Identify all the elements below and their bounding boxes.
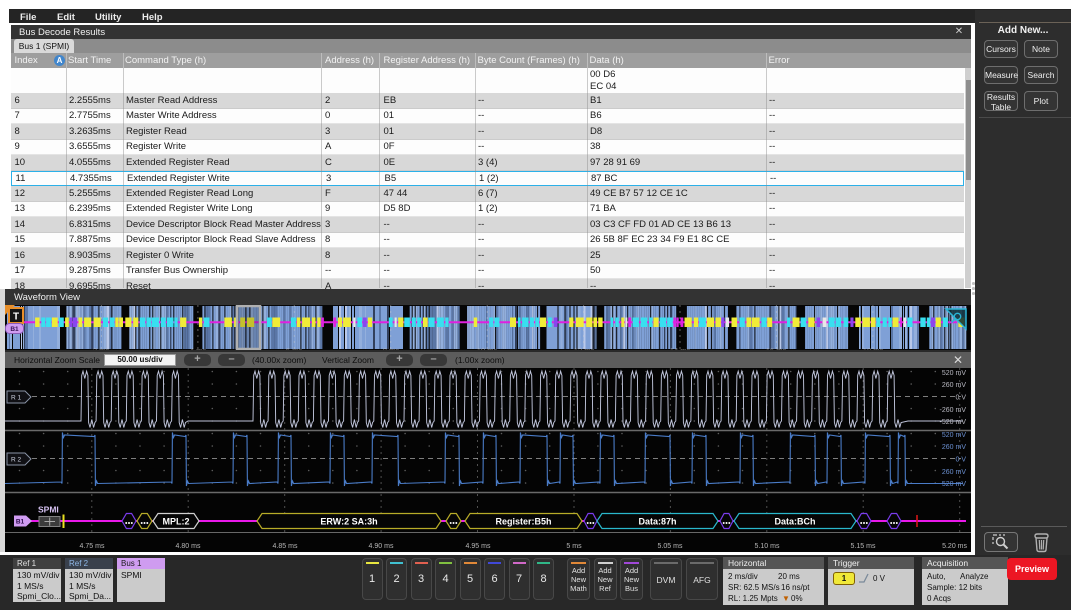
svg-text:5.10 ms: 5.10 ms bbox=[755, 543, 780, 550]
svg-text:Data:87h: Data:87h bbox=[638, 517, 676, 527]
svg-text:0 V: 0 V bbox=[955, 395, 966, 402]
svg-text:520 mV: 520 mV bbox=[942, 481, 966, 488]
svg-text:5.15 ms: 5.15 ms bbox=[851, 543, 876, 550]
svg-text:5.05 ms: 5.05 ms bbox=[658, 543, 683, 550]
svg-text:ERW:2 SA:3h: ERW:2 SA:3h bbox=[320, 517, 377, 527]
svg-text:T: T bbox=[13, 312, 19, 323]
svg-text:5 ms: 5 ms bbox=[566, 543, 582, 550]
svg-text:520 mV: 520 mV bbox=[942, 370, 966, 377]
svg-text:4.95 ms: 4.95 ms bbox=[466, 543, 491, 550]
svg-text:520 mV: 520 mV bbox=[942, 432, 966, 439]
svg-text:4.85 ms: 4.85 ms bbox=[273, 543, 298, 550]
svg-text:-260 mV: -260 mV bbox=[940, 407, 967, 414]
svg-text:4.75 ms: 4.75 ms bbox=[80, 543, 105, 550]
svg-text:SPMI: SPMI bbox=[38, 505, 59, 515]
svg-text:B1: B1 bbox=[10, 326, 19, 333]
svg-text:260 mV: 260 mV bbox=[942, 469, 966, 476]
svg-text:4.90 ms: 4.90 ms bbox=[369, 543, 394, 550]
svg-text:Data:BCh: Data:BCh bbox=[774, 517, 815, 527]
svg-text:260 mV: 260 mV bbox=[942, 444, 966, 451]
svg-text:5.20 ms: 5.20 ms bbox=[942, 543, 967, 550]
svg-text:4.80 ms: 4.80 ms bbox=[176, 543, 201, 550]
svg-text:R 2: R 2 bbox=[11, 457, 22, 464]
svg-text:MPL:2: MPL:2 bbox=[163, 517, 190, 527]
svg-text:0 V: 0 V bbox=[955, 457, 966, 464]
svg-text:260 mV: 260 mV bbox=[942, 382, 966, 389]
svg-text:B1: B1 bbox=[16, 519, 25, 526]
svg-text:R 1: R 1 bbox=[11, 395, 22, 402]
svg-text:Register:B5h: Register:B5h bbox=[495, 517, 551, 527]
svg-text:-520 mV: -520 mV bbox=[940, 419, 967, 426]
